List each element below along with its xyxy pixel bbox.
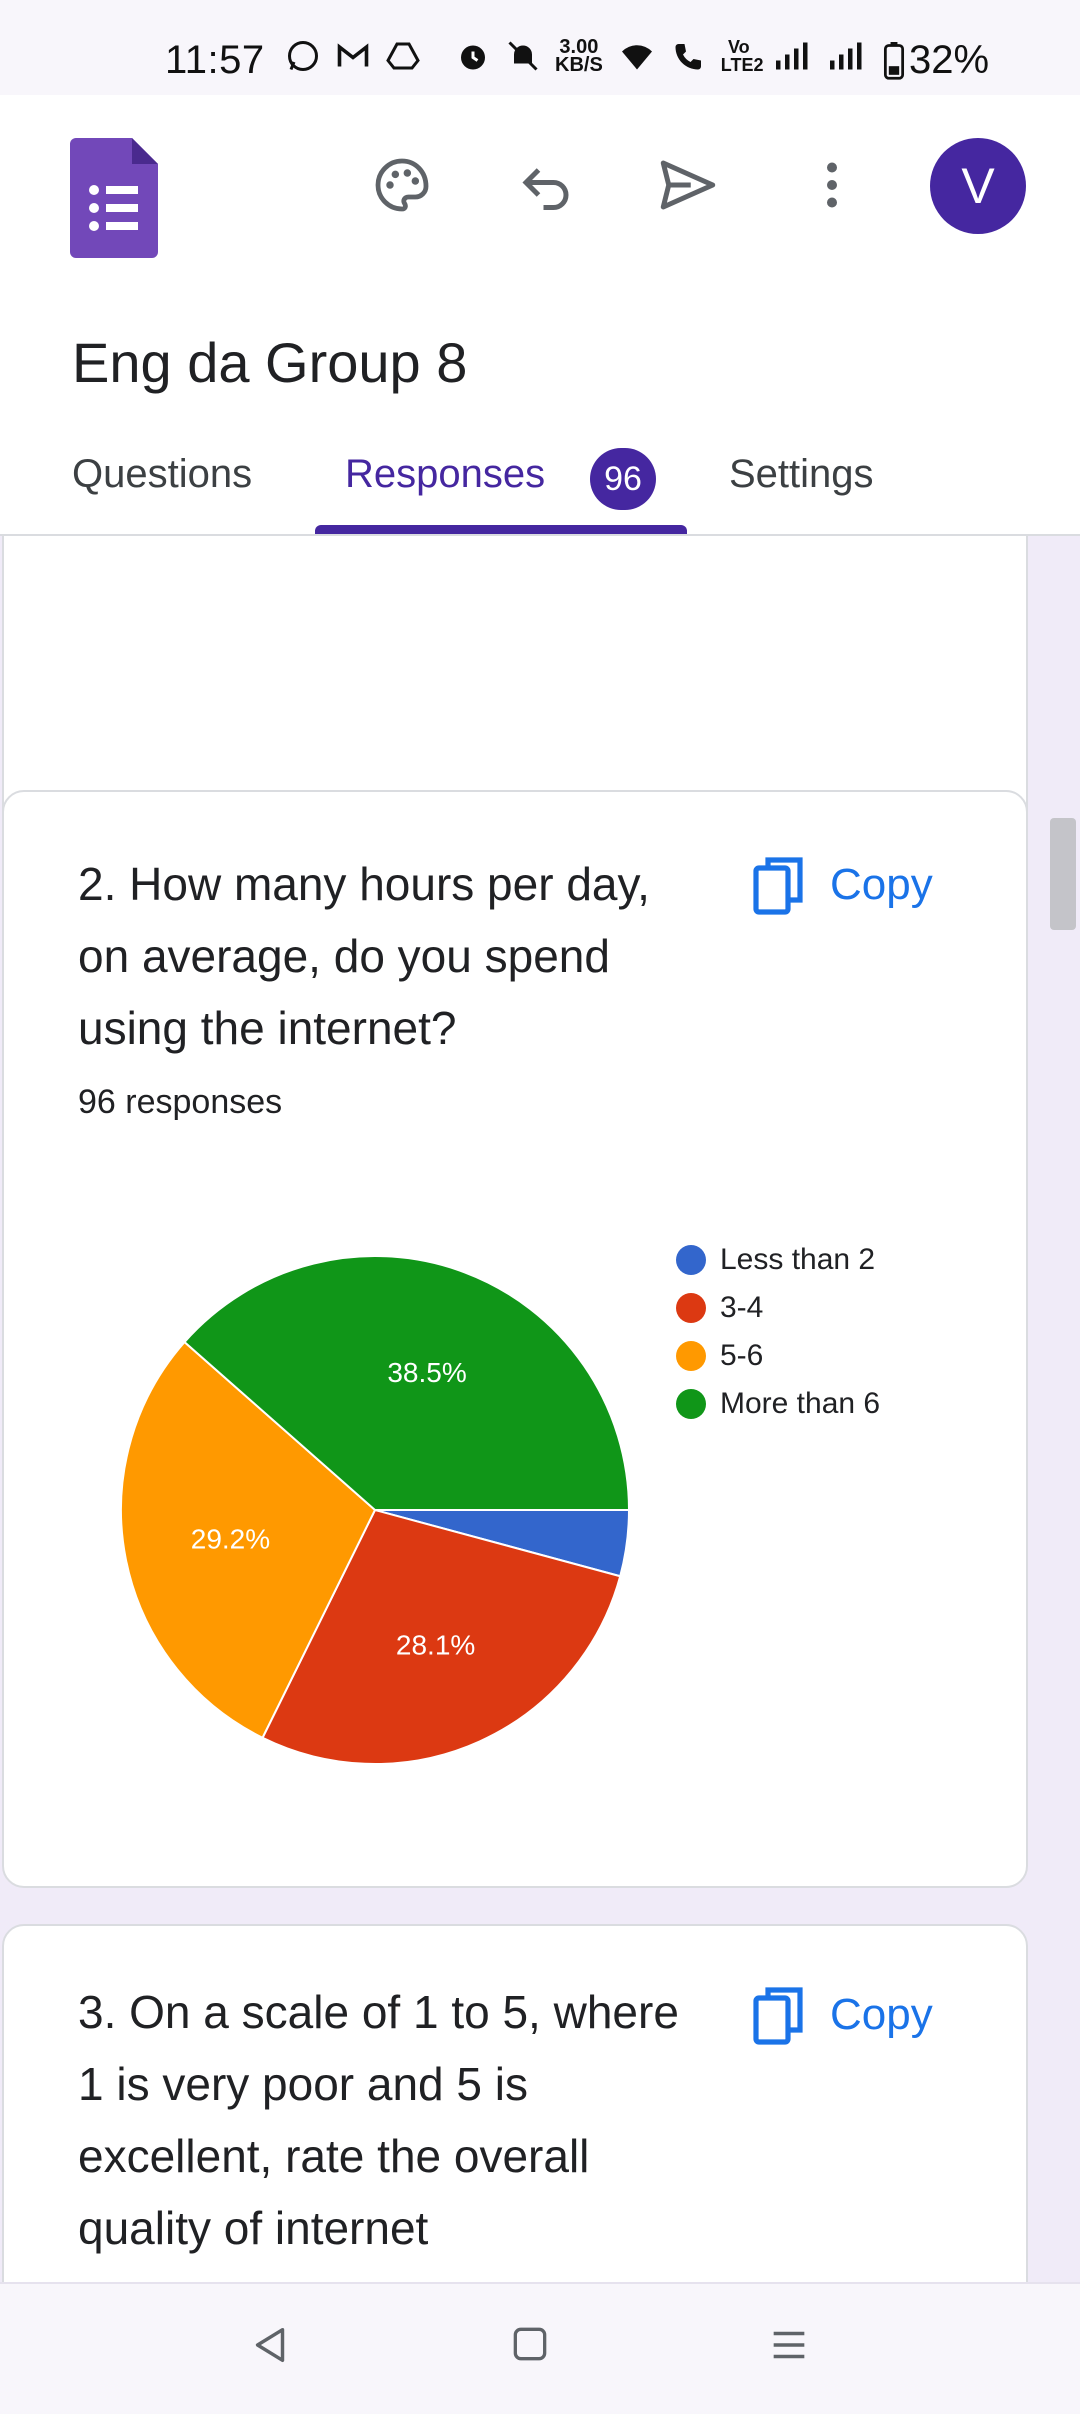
response-count: 96 responses (78, 1083, 283, 1121)
net-speed-unit: KB/S (555, 54, 603, 76)
battery-percent: 32% (909, 38, 990, 82)
alarm-icon (461, 45, 485, 70)
legend-label: 3-4 (720, 1291, 764, 1324)
tab-responses[interactable]: Responses (345, 452, 545, 497)
copy-chart-button[interactable]: Copy (752, 854, 933, 916)
question-title: 2. How many hours per day, on average, d… (78, 858, 650, 1054)
tab-settings[interactable]: Settings (729, 452, 874, 497)
legend-item: More than 6 (676, 1380, 880, 1428)
pie-chart: 28.1% 29.2% 38.5% (120, 1255, 631, 1765)
copy-label: Copy (830, 860, 933, 909)
scrollbar-thumb[interactable] (1050, 818, 1076, 930)
pie-value-label: 38.5% (387, 1357, 466, 1388)
signal-icon-2 (829, 42, 862, 70)
legend-item: 3-4 (676, 1284, 880, 1332)
pie-value-label: 28.1% (396, 1629, 475, 1660)
question-title: 3. On a scale of 1 to 5, where 1 is very… (78, 1986, 679, 2254)
chart-legend: Less than 2 3-4 5-6 More than 6 (676, 1236, 880, 1428)
send-icon[interactable] (648, 145, 728, 225)
whatsapp-icon (288, 41, 318, 71)
battery-icon (883, 41, 905, 80)
copy-icon (753, 1987, 803, 2045)
gmail-icon (337, 43, 369, 67)
legend-swatch (676, 1245, 706, 1275)
palette-icon[interactable] (362, 145, 442, 225)
legend-label: Less than 2 (720, 1243, 876, 1276)
mute-icon (508, 41, 538, 71)
volte-indicator: Vo LTE2 (720, 37, 764, 75)
google-forms-icon[interactable] (70, 138, 158, 258)
legend-item: 5-6 (676, 1332, 880, 1380)
wifi-icon (621, 45, 652, 70)
more-vert-icon[interactable] (792, 145, 872, 225)
legend-label: 5-6 (720, 1339, 764, 1372)
legend-label: More than 6 (720, 1387, 881, 1420)
undo-icon[interactable] (506, 145, 586, 225)
drive-icon (386, 42, 420, 70)
wifi-call-icon (675, 44, 701, 70)
pie-value-label: 29.2% (191, 1524, 270, 1555)
copy-icon (753, 857, 803, 915)
legend-swatch (676, 1389, 706, 1419)
copy-label: Copy (830, 1990, 933, 2039)
menu-lines-icon[interactable] (766, 2322, 812, 2368)
net-speed: 3.00 KB/S (555, 37, 603, 76)
home-square-icon[interactable] (508, 2322, 552, 2366)
legend-swatch (676, 1341, 706, 1371)
legend-item: Less than 2 (676, 1236, 880, 1284)
tab-questions[interactable]: Questions (72, 452, 252, 497)
avatar[interactable]: V (930, 138, 1026, 234)
question-card-3: 3. On a scale of 1 to 5, where 1 is very… (2, 1924, 1028, 2282)
battery: 32% (883, 38, 989, 83)
status-icons: 3.00 KB/S Vo LTE2 (285, 37, 865, 76)
status-time: 11:57 (165, 38, 265, 82)
form-title: Eng da Group 8 (72, 331, 468, 394)
back-triangle-icon[interactable] (248, 2322, 294, 2368)
legend-swatch (676, 1293, 706, 1323)
navigation-bar (0, 2282, 1080, 2414)
responses-count-badge: 96 (590, 448, 656, 510)
signal-icon-1 (775, 42, 808, 70)
copy-chart-button[interactable]: Copy (752, 1984, 933, 2046)
